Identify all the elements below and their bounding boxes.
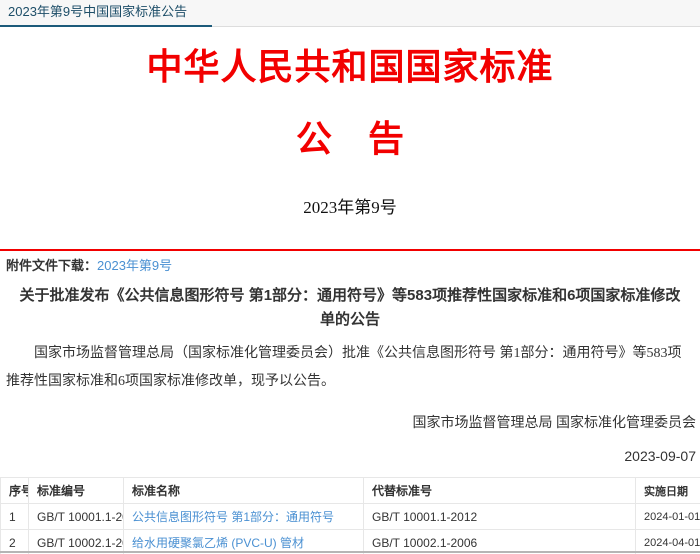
col-header-name: 标准名称 — [124, 478, 364, 504]
attachment-download-link[interactable]: 2023年第9号 — [97, 258, 172, 273]
col-header-replaces: 代替标准号 — [364, 478, 636, 504]
col-header-index: 序号 — [1, 478, 29, 504]
cell-effective-date: 2024-01-01 — [636, 504, 700, 530]
attachment-label: 附件文件下载： — [6, 258, 97, 273]
cell-replaced-standard: GB/T 10001.1-2012 — [364, 504, 636, 530]
attachment-row: 附件文件下载：2023年第9号 — [0, 251, 700, 278]
standards-table-header: 序号 标准编号 标准名称 代替标准号 实施日期 — [1, 478, 700, 504]
issuing-authority-signature: 国家市场监督管理总局 国家标准化管理委员会 — [0, 412, 696, 432]
announcement-subtitle: 公 告 — [0, 117, 700, 161]
standards-table: 序号 标准编号 标准名称 代替标准号 实施日期 1 GB/T 10001.1-2… — [0, 477, 700, 554]
announcement-body: 国家市场监督管理总局（国家标准化管理委员会）批准《公共信息图形符号 第1部分：通… — [6, 340, 694, 396]
col-header-effective: 实施日期 — [636, 478, 700, 504]
standard-name-link[interactable]: 公共信息图形符号 第1部分：通用符号 — [132, 510, 334, 524]
table-row: 1 GB/T 10001.1-2023 公共信息图形符号 第1部分：通用符号 G… — [1, 504, 700, 530]
announcement-date: 2023-09-07 — [0, 448, 696, 464]
cell-index: 1 — [1, 504, 29, 530]
standard-name-link[interactable]: 给水用硬聚氯乙烯 (PVC-U) 管材 — [132, 536, 304, 550]
announcement-page: 2023年第9号中国国家标准公告 中华人民共和国国家标准 公 告 2023年第9… — [0, 0, 700, 554]
issue-number: 2023年第9号 — [0, 197, 700, 219]
document-header: 中华人民共和国国家标准 公 告 2023年第9号 — [0, 45, 700, 219]
tab-active-announcement[interactable]: 2023年第9号中国国家标准公告 — [0, 0, 212, 27]
viewport-bottom-edge — [0, 551, 700, 553]
announcement-heading: 关于批准发布《公共信息图形符号 第1部分：通用符号》等583项推荐性国家标准和6… — [14, 284, 686, 332]
cell-standard-code: GB/T 10001.1-2023 — [29, 504, 124, 530]
cell-standard-name: 公共信息图形符号 第1部分：通用符号 — [124, 504, 364, 530]
col-header-code: 标准编号 — [29, 478, 124, 504]
standards-table-body: 1 GB/T 10001.1-2023 公共信息图形符号 第1部分：通用符号 G… — [1, 504, 700, 554]
national-standard-title: 中华人民共和国国家标准 — [0, 45, 700, 89]
tab-bar: 2023年第9号中国国家标准公告 — [0, 0, 700, 27]
